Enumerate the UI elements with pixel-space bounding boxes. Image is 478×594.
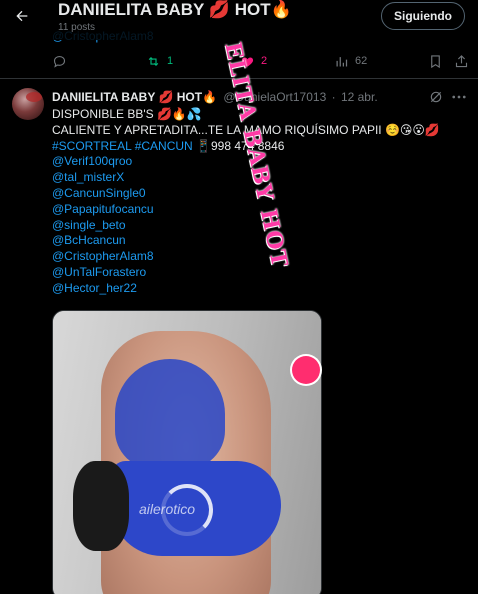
hashtag-link[interactable]: #CANCUN: [135, 139, 193, 153]
retweet-button[interactable]: 1: [146, 50, 173, 72]
media-watermark: ailerotico: [139, 501, 196, 517]
more-icon[interactable]: [450, 89, 468, 105]
bookmark-icon: [431, 54, 440, 68]
heart-sticker-icon: [292, 356, 320, 384]
post-count: 11 posts: [58, 22, 96, 33]
separator-dot: ·: [331, 90, 336, 104]
hashtag-link[interactable]: #SCORTREAL: [52, 139, 131, 153]
share-icon: [455, 54, 468, 67]
grok-icon[interactable]: [428, 89, 444, 105]
bookmark-button[interactable]: [428, 50, 443, 72]
profile-name-title: DANIIELITA BABY 💋 HOT🔥: [58, 0, 292, 19]
reply-button[interactable]: [52, 50, 67, 72]
retweet-icon: [148, 56, 159, 66]
following-button[interactable]: Siguiendo: [381, 2, 465, 30]
media-overlay-text: ELITA BABY HOT: [219, 20, 292, 290]
media-garment-top: [115, 359, 225, 469]
avatar[interactable]: [12, 88, 44, 120]
profile-header: DANIIELITA BABY 💋 HOT🔥 11 posts Siguiend…: [0, 0, 478, 40]
bar-chart-icon: [336, 56, 348, 66]
views-button[interactable]: 62: [334, 50, 367, 72]
share-button[interactable]: [454, 50, 469, 72]
tweet-author-name[interactable]: DANIIELITA BABY 💋 HOT🔥: [52, 90, 217, 104]
reply-icon: [53, 55, 66, 68]
arrow-left-icon: [16, 10, 28, 22]
tweet-media-video[interactable]: ailerotico: [52, 310, 322, 594]
views-count: 62: [355, 55, 368, 67]
back-button[interactable]: [8, 2, 36, 30]
tweet-date[interactable]: 12 abr.: [341, 90, 378, 104]
retweet-count: 1: [167, 55, 174, 67]
media-bag: [73, 461, 129, 551]
